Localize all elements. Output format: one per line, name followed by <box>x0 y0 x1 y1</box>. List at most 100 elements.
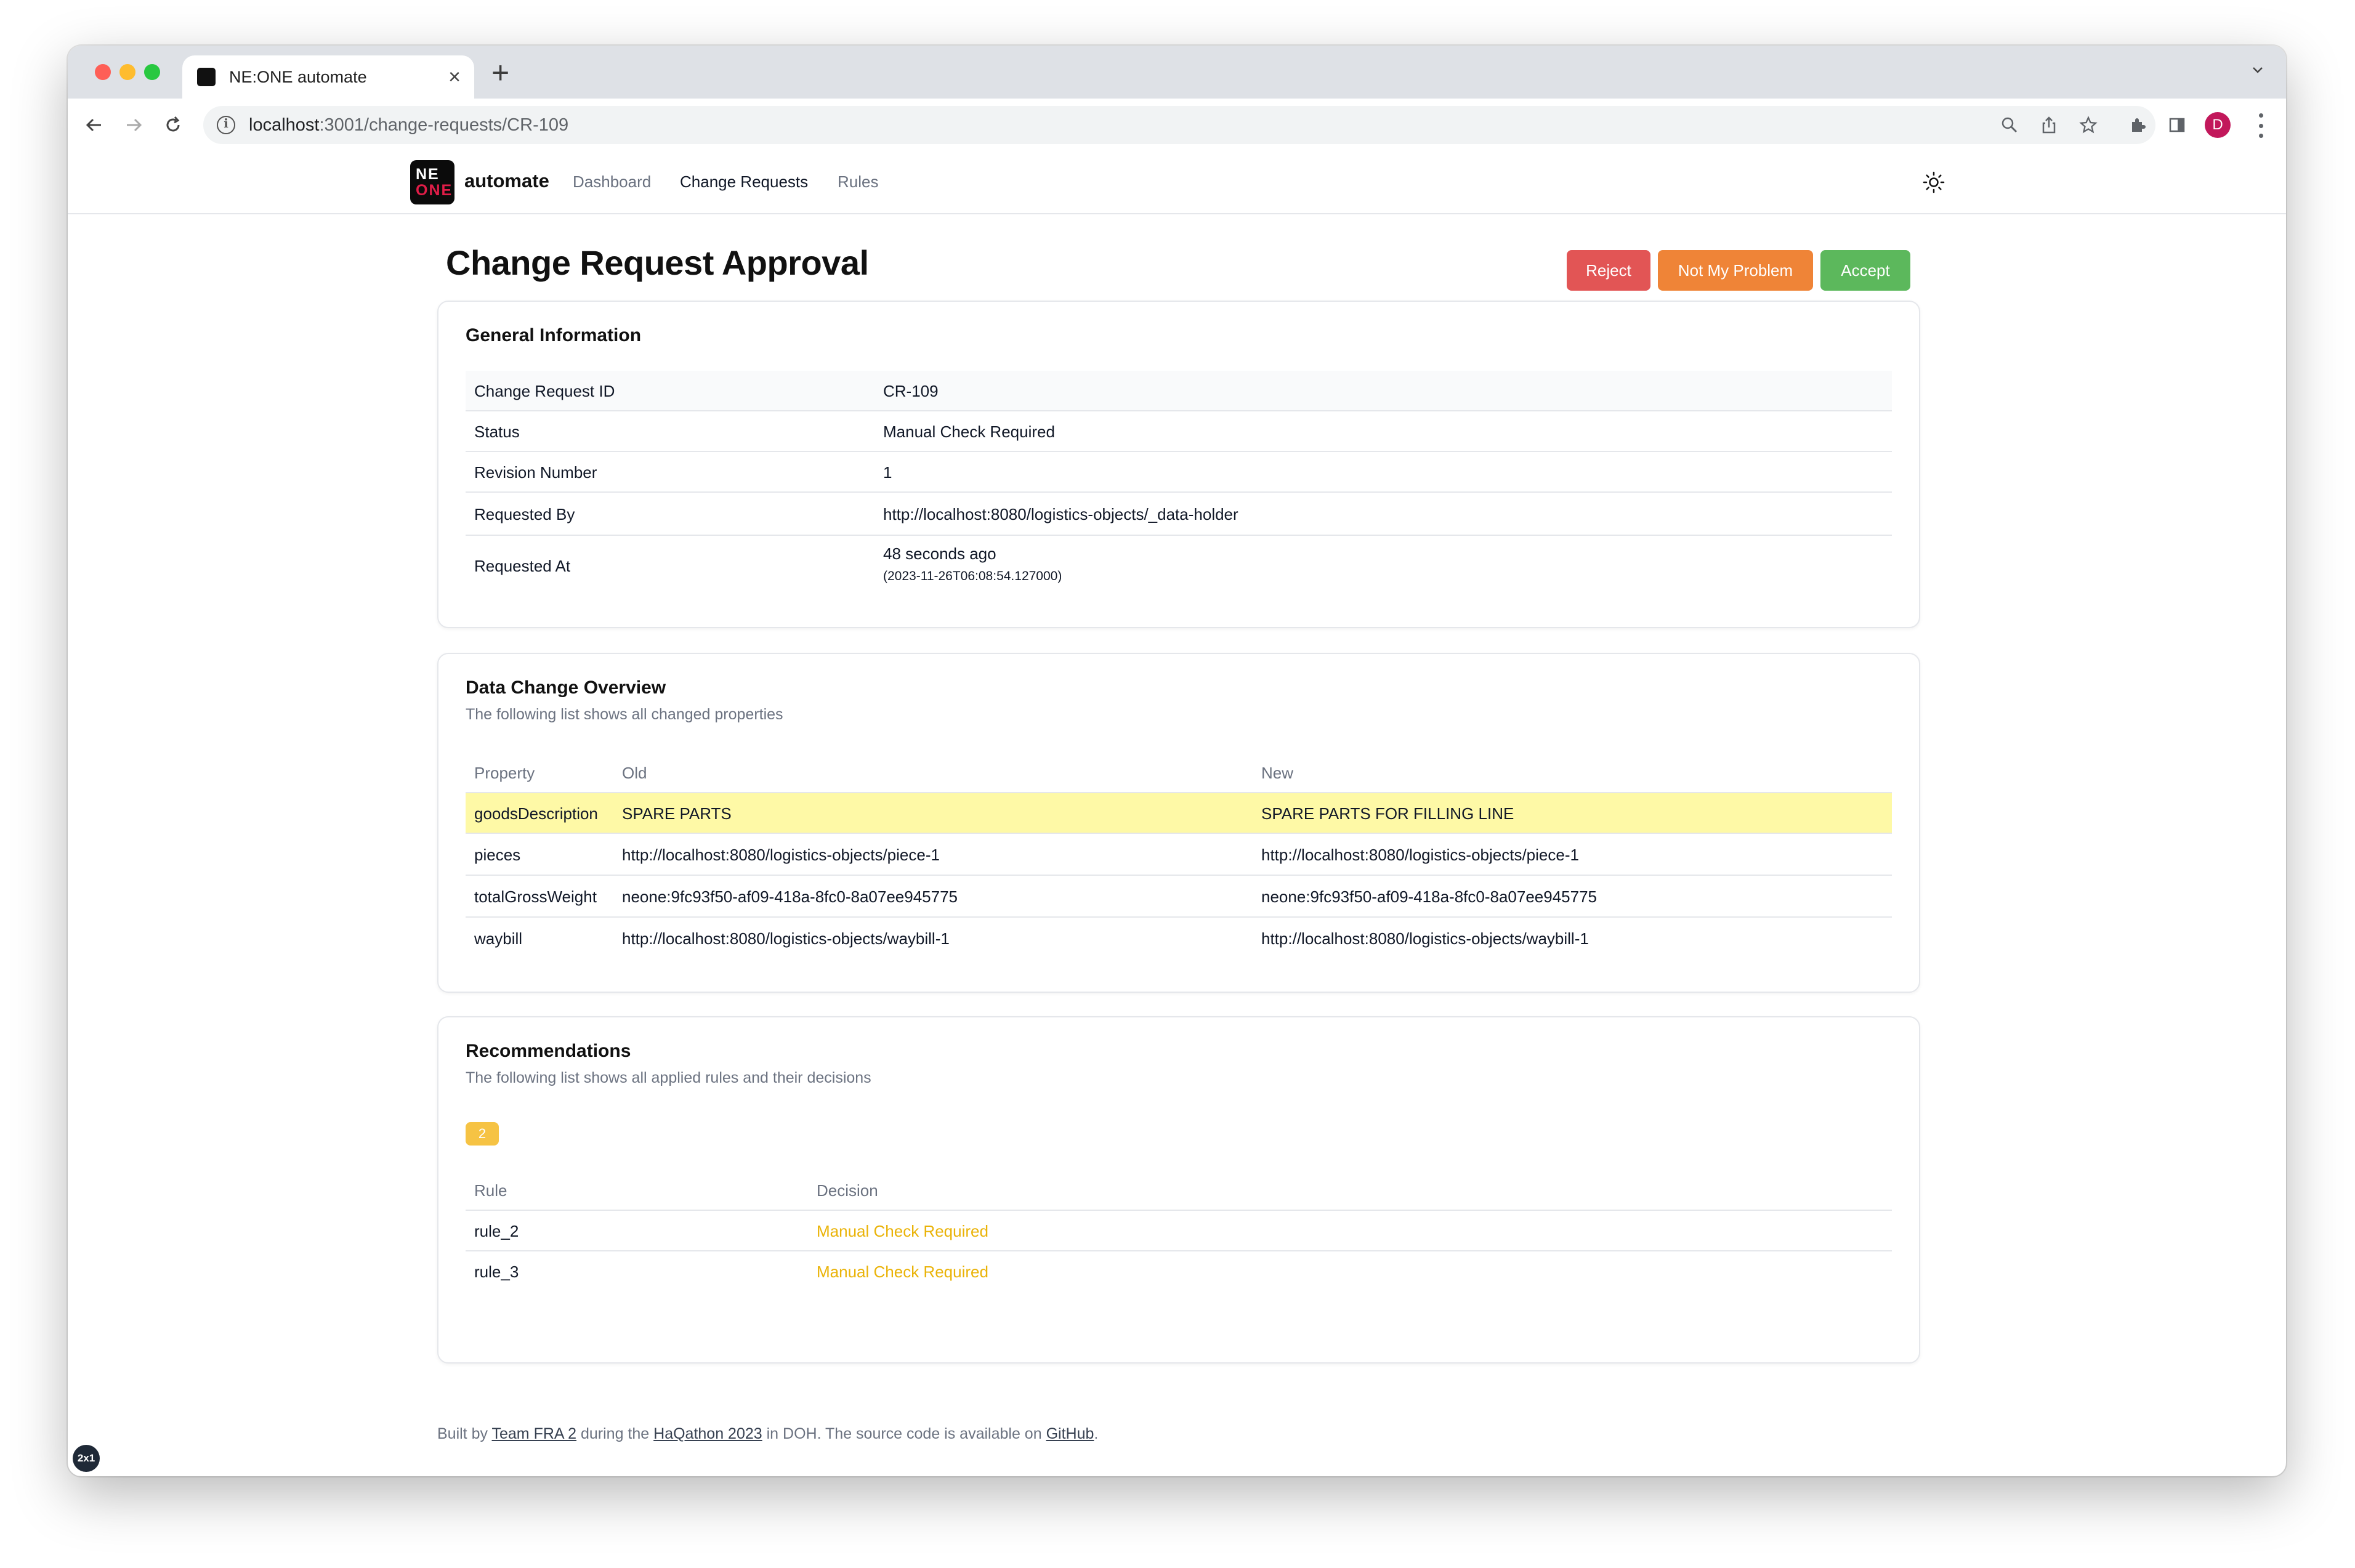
reload-icon[interactable] <box>159 111 187 139</box>
back-icon[interactable] <box>80 111 108 139</box>
old-value-cell: http://localhost:8080/logistics-objects/… <box>622 929 950 948</box>
tab-strip: NE:ONE automate × + <box>68 46 2286 99</box>
recommendations-card: Recommendations The following list shows… <box>437 1016 1920 1364</box>
table-header: Rule Decision <box>466 1169 1892 1211</box>
table-row: goodsDescription SPARE PARTS SPARE PARTS… <box>466 793 1892 834</box>
favicon-icon <box>197 68 216 86</box>
table-header: Property Old New <box>466 751 1892 793</box>
info-value: 1 <box>883 463 892 482</box>
logo-top-text: NE <box>416 166 440 183</box>
data-change-title: Data Change Overview <box>466 677 666 698</box>
old-value-cell: SPARE PARTS <box>622 804 732 823</box>
footer-text: in DOH. The source code is available on <box>762 1425 1046 1442</box>
recommendations-title: Recommendations <box>466 1041 631 1061</box>
forward-icon[interactable] <box>119 111 148 139</box>
table-row: pieces http://localhost:8080/logistics-o… <box>466 834 1892 876</box>
property-cell: goodsDescription <box>474 804 598 823</box>
decision-cell: Manual Check Required <box>817 1263 988 1281</box>
column-header: New <box>1261 764 1294 782</box>
bookmark-star-icon[interactable] <box>2074 111 2103 139</box>
table-row: rule_3 Manual Check Required <box>466 1251 1892 1291</box>
general-information-title: General Information <box>466 325 642 346</box>
new-value-cell: SPARE PARTS FOR FILLING LINE <box>1261 804 1514 823</box>
property-cell: pieces <box>474 846 521 864</box>
info-value: CR-109 <box>883 382 939 400</box>
nav-rules[interactable]: Rules <box>838 172 878 192</box>
property-cell: totalGrossWeight <box>474 887 597 906</box>
browser-toolbar: localhost:3001/change-requests/CR-109 D <box>68 99 2286 153</box>
table-row: waybill http://localhost:8080/logistics-… <box>466 918 1892 958</box>
info-timestamp: (2023-11-26T06:08:54.127000) <box>883 569 1062 583</box>
info-row: Change Request ID CR-109 <box>466 371 1892 411</box>
browser-menu-icon[interactable] <box>2258 113 2264 138</box>
footer-text: Built by <box>437 1425 492 1442</box>
maximize-window-button[interactable] <box>144 64 160 80</box>
extensions-icon[interactable] <box>2123 111 2152 139</box>
page-footer: Built by Team FRA 2 during the HaQathon … <box>437 1425 1098 1443</box>
info-value: http://localhost:8080/logistics-objects/… <box>883 505 1238 523</box>
footer-text: . <box>1094 1425 1099 1442</box>
data-change-overview-card: Data Change Overview The following list … <box>437 653 1920 993</box>
info-label: Requested By <box>474 505 575 523</box>
table-row: totalGrossWeight neone:9fc93f50-af09-418… <box>466 876 1892 918</box>
nav-change-requests[interactable]: Change Requests <box>680 172 808 192</box>
tab-title: NE:ONE automate <box>229 67 367 86</box>
table-row: rule_2 Manual Check Required <box>466 1211 1892 1251</box>
property-cell: waybill <box>474 929 523 948</box>
profile-avatar[interactable]: D <box>2205 112 2231 138</box>
site-info-icon[interactable] <box>217 116 235 134</box>
rule-count-badge: 2 <box>466 1122 499 1146</box>
close-window-button[interactable] <box>95 64 111 80</box>
chevron-down-icon[interactable] <box>2252 64 2264 76</box>
column-header: Old <box>622 764 647 782</box>
footer-text: during the <box>576 1425 654 1442</box>
zoom-icon[interactable] <box>1995 111 2024 139</box>
nav-dashboard[interactable]: Dashboard <box>573 172 651 192</box>
info-label: Change Request ID <box>474 382 615 400</box>
recommendations-subtitle: The following list shows all applied rul… <box>466 1069 871 1086</box>
brand-name[interactable]: automate <box>464 170 549 192</box>
info-label: Status <box>474 422 520 441</box>
neone-logo[interactable]: NE ONE <box>410 160 454 204</box>
accept-button[interactable]: Accept <box>1820 250 1910 291</box>
logo-bottom-text: ONE <box>416 182 453 199</box>
url-host: localhost <box>249 115 320 135</box>
info-value: Manual Check Required <box>883 422 1055 441</box>
browser-tab[interactable]: NE:ONE automate × <box>182 55 474 99</box>
info-label: Requested At <box>474 557 571 575</box>
rule-cell: rule_3 <box>474 1263 519 1281</box>
decision-cell: Manual Check Required <box>817 1222 988 1240</box>
reject-button[interactable]: Reject <box>1567 250 1650 291</box>
info-row: Requested At 48 seconds ago (2023-11-26T… <box>466 536 1892 595</box>
share-icon[interactable] <box>2035 111 2063 139</box>
haqathon-link[interactable]: HaQathon 2023 <box>653 1425 762 1442</box>
new-value-cell: http://localhost:8080/logistics-objects/… <box>1261 846 1579 864</box>
minimize-window-button[interactable] <box>119 64 135 80</box>
url-text: localhost:3001/change-requests/CR-109 <box>249 115 568 135</box>
team-link[interactable]: Team FRA 2 <box>491 1425 576 1442</box>
column-header: Decision <box>817 1181 878 1200</box>
rule-cell: rule_2 <box>474 1222 519 1240</box>
app-header: NE ONE automate Dashboard Change Request… <box>68 152 2286 214</box>
browser-window: NE:ONE automate × + localhost:3001/chang… <box>68 46 2286 1476</box>
column-header: Rule <box>474 1181 507 1200</box>
page-title: Change Request Approval <box>446 243 869 282</box>
new-value-cell: http://localhost:8080/logistics-objects/… <box>1261 929 1589 948</box>
overlay-badge[interactable]: 2x1 <box>73 1445 100 1472</box>
info-row: Requested By http://localhost:8080/logis… <box>466 493 1892 536</box>
info-value: 48 seconds ago <box>883 544 996 563</box>
info-label: Revision Number <box>474 463 597 482</box>
new-tab-icon[interactable]: + <box>491 54 509 91</box>
info-row: Revision Number 1 <box>466 452 1892 493</box>
not-my-problem-button[interactable]: Not My Problem <box>1658 250 1813 291</box>
info-row: Status Manual Check Required <box>466 411 1892 452</box>
url-path: :3001/change-requests/CR-109 <box>319 115 569 135</box>
address-bar[interactable]: localhost:3001/change-requests/CR-109 <box>203 106 2155 144</box>
sun-icon[interactable] <box>1921 170 1946 195</box>
github-link[interactable]: GitHub <box>1046 1425 1094 1442</box>
old-value-cell: neone:9fc93f50-af09-418a-8fc0-8a07ee9457… <box>622 887 958 906</box>
old-value-cell: http://localhost:8080/logistics-objects/… <box>622 846 940 864</box>
side-panel-icon[interactable] <box>2163 111 2191 139</box>
new-value-cell: neone:9fc93f50-af09-418a-8fc0-8a07ee9457… <box>1261 887 1598 906</box>
tab-close-icon[interactable]: × <box>448 67 461 87</box>
